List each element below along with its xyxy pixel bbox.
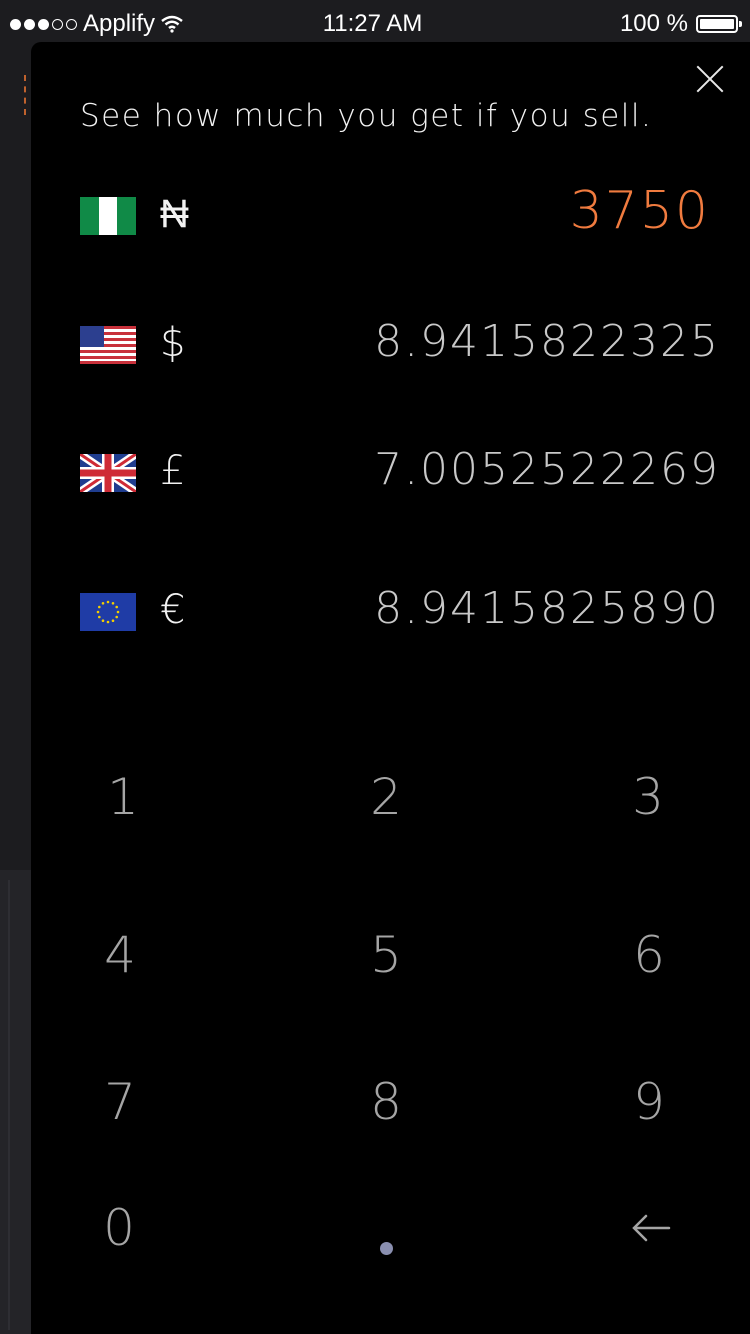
currency-value: 7.0052522269 — [374, 444, 720, 495]
currency-symbol: € — [160, 587, 186, 633]
key-6[interactable]: 6 — [589, 915, 709, 995]
key-1[interactable]: 1 — [63, 757, 183, 837]
currency-symbol: $ — [160, 320, 186, 366]
key-4[interactable]: 4 — [60, 915, 180, 995]
key-8[interactable]: 8 — [326, 1062, 446, 1142]
currency-row-usd[interactable]: $ 8.9415822325 — [80, 316, 720, 386]
close-icon[interactable] — [695, 64, 725, 94]
currency-value: 8.9415825890 — [374, 583, 720, 634]
currency-row-ngn[interactable]: ₦ 3750 — [80, 181, 720, 257]
currency-value[interactable]: 3750 — [570, 181, 710, 241]
key-0[interactable]: 0 — [59, 1188, 179, 1268]
modal-heading: See how much you get if you sell. — [80, 98, 653, 134]
currency-row-eur[interactable]: € 8.9415825890 — [80, 583, 720, 653]
status-bar: Applify 11:27 AM 100 % — [0, 0, 750, 44]
key-3[interactable]: 3 — [588, 757, 708, 837]
usa-flag-icon — [80, 326, 136, 364]
key-backspace[interactable] — [591, 1188, 711, 1268]
currency-symbol: £ — [160, 448, 186, 494]
key-decimal[interactable] — [326, 1188, 446, 1268]
background-panel — [0, 870, 31, 1334]
key-7[interactable]: 7 — [60, 1062, 180, 1142]
decimal-point — [379, 1241, 393, 1255]
battery-icon — [696, 15, 742, 33]
key-2[interactable]: 2 — [326, 757, 446, 837]
uk-flag-icon — [80, 454, 136, 492]
battery-group: 100 % — [619, 10, 742, 38]
key-5[interactable]: 5 — [326, 915, 446, 995]
eu-flag-icon — [80, 593, 136, 631]
nigeria-flag-icon — [80, 197, 136, 235]
currency-symbol: ₦ — [160, 191, 189, 237]
backspace-arrow-icon — [632, 1214, 671, 1242]
key-9[interactable]: 9 — [589, 1062, 709, 1142]
currency-value: 8.9415822325 — [374, 316, 720, 367]
sell-calculator-modal: See how much you get if you sell. ₦ 3750… — [31, 42, 750, 1334]
battery-percent: 100 % — [619, 10, 688, 37]
currency-row-gbp[interactable]: £ 7.0052522269 — [80, 444, 720, 514]
